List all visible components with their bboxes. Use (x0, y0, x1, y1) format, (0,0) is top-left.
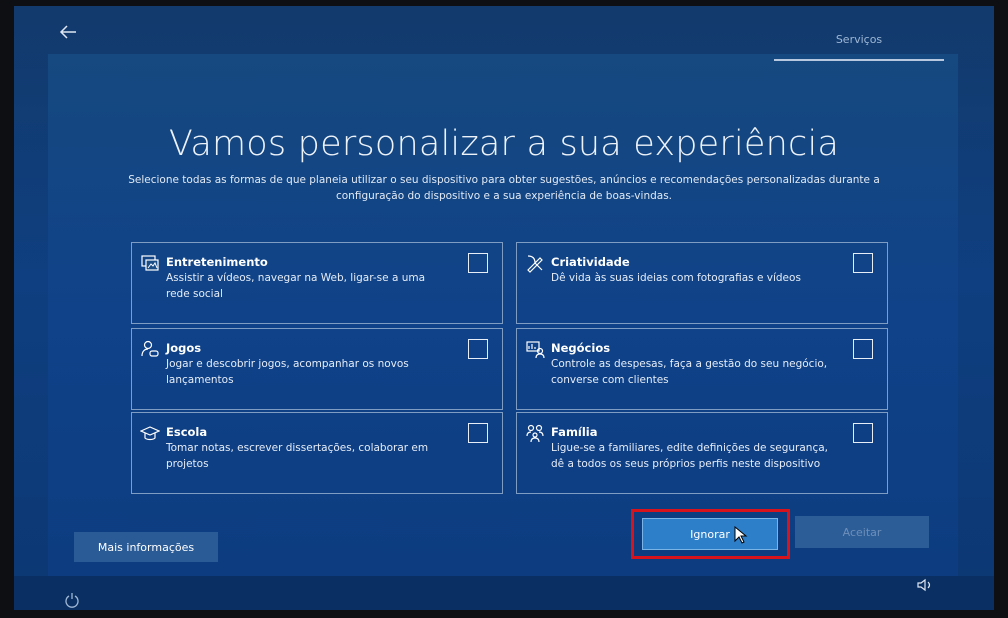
page-subtitle: Selecione todas as formas de que planeia… (128, 174, 880, 202)
tab-services: Serviços (774, 28, 944, 61)
option-gaming[interactable]: Jogos Jogar e descobrir jogos, acompanha… (131, 328, 503, 410)
skip-button[interactable]: Ignorar (642, 518, 778, 550)
option-family[interactable]: Família Ligue-se a familiares, edite def… (516, 412, 888, 494)
option-description: Ligue-se a familiares, edite definições … (551, 442, 829, 470)
checkbox-school[interactable] (468, 423, 488, 443)
option-creativity[interactable]: Criatividade Dê vida às suas ideias com … (516, 242, 888, 324)
checkbox-entertainment[interactable] (468, 253, 488, 273)
more-info-button[interactable]: Mais informações (74, 532, 218, 562)
page-title: Vamos personalizar a sua experiência (168, 124, 840, 164)
option-description: Tomar notas, escrever dissertações, cola… (166, 442, 429, 470)
school-icon (140, 426, 160, 441)
entertainment-icon (141, 255, 159, 271)
option-description: Jogar e descobrir jogos, acompanhar os n… (166, 358, 409, 386)
business-icon (526, 341, 545, 359)
checkbox-creativity[interactable] (853, 253, 873, 273)
ease-of-access-icon[interactable] (64, 592, 80, 608)
checkbox-gaming[interactable] (468, 339, 488, 359)
volume-icon[interactable] (916, 578, 934, 592)
option-description: Controle as despesas, faça a gestão do s… (551, 358, 828, 386)
tab-services-label: Serviços (835, 33, 883, 46)
option-name: Jogos (166, 341, 202, 355)
gaming-icon (141, 340, 159, 357)
bottom-bar (14, 576, 994, 610)
option-name: Entretenimento (166, 255, 268, 269)
option-description: Assistir a vídeos, navegar na Web, ligar… (166, 272, 426, 300)
option-name: Criatividade (551, 255, 630, 269)
accept-button[interactable]: Aceitar (795, 516, 929, 548)
tab-underline (774, 59, 944, 61)
option-name: Escola (166, 425, 208, 439)
option-entertainment[interactable]: Entretenimento Assistir a vídeos, navega… (131, 242, 503, 324)
family-icon (526, 424, 544, 443)
creativity-icon (527, 255, 543, 273)
checkbox-business[interactable] (853, 339, 873, 359)
checkbox-family[interactable] (853, 423, 873, 443)
option-business[interactable]: Negócios Controle as despesas, faça a ge… (516, 328, 888, 410)
option-name: Família (551, 425, 598, 439)
back-arrow-icon[interactable] (58, 22, 78, 42)
option-description: Dê vida às suas ideias com fotografias e… (551, 272, 801, 284)
mouse-cursor-icon (734, 526, 748, 544)
option-school[interactable]: Escola Tomar notas, escrever dissertaçõe… (131, 412, 503, 494)
option-name: Negócios (551, 341, 611, 355)
